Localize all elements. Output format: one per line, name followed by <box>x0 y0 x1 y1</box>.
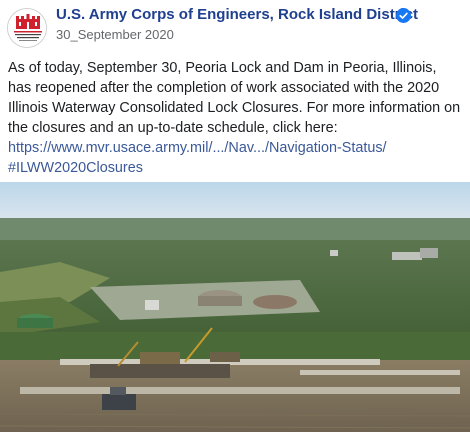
navigation-status-link[interactable]: https://www.mvr.usace.army.mil/.../Nav..… <box>8 140 387 156</box>
hashtag-link[interactable]: #ILWW2020Closures <box>8 160 143 176</box>
verified-badge-icon <box>396 8 411 23</box>
post-body: As of today, September 30, Peoria Lock a… <box>8 60 461 136</box>
page-avatar[interactable] <box>7 8 47 48</box>
post-header: U.S. Army Corps of Engineers, Rock Islan… <box>0 0 470 52</box>
facebook-post: U.S. Army Corps of Engineers, Rock Islan… <box>0 0 470 432</box>
usace-logo-icon <box>8 9 46 47</box>
page-name-link[interactable]: U.S. Army Corps of Engineers, Rock Islan… <box>56 6 418 23</box>
post-text: As of today, September 30, Peoria Lock a… <box>8 58 463 178</box>
aerial-lock-and-dam-image <box>0 182 470 432</box>
post-photo[interactable] <box>0 182 470 432</box>
post-timestamp[interactable]: 30_September 2020 <box>56 27 174 42</box>
